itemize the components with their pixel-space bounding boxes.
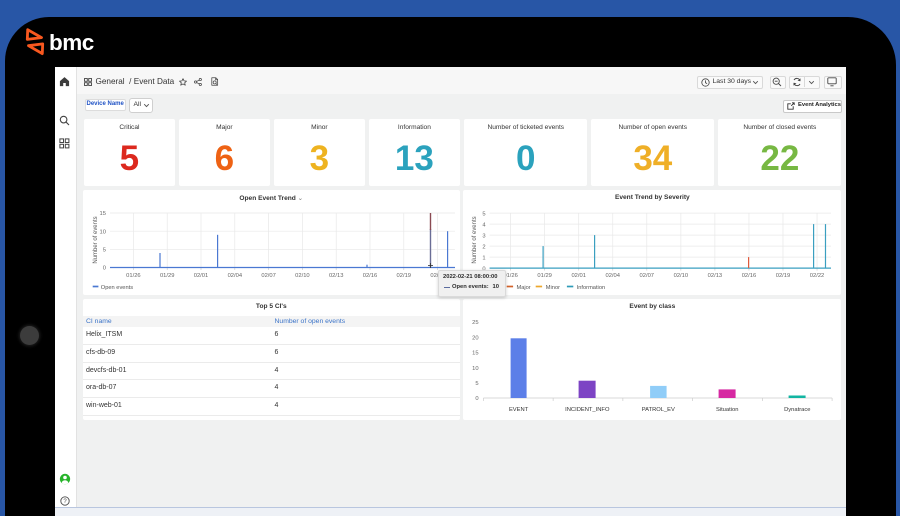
svg-text:10: 10 [473, 366, 479, 372]
svg-text:5: 5 [476, 381, 479, 387]
svg-text:Situation: Situation [716, 407, 739, 413]
svg-text:02/07: 02/07 [640, 273, 654, 279]
svg-text:4: 4 [483, 222, 487, 228]
svg-text:5: 5 [483, 211, 486, 217]
svg-text:02/07: 02/07 [261, 273, 275, 279]
svg-text:?: ? [63, 499, 67, 505]
svg-text:02/22: 02/22 [810, 273, 824, 279]
svg-text:02/16: 02/16 [363, 273, 377, 279]
svg-text:02/10: 02/10 [295, 273, 309, 279]
svg-text:Information: Information [577, 285, 605, 291]
svg-text:3: 3 [483, 233, 486, 239]
svg-text:02/01: 02/01 [194, 273, 208, 279]
svg-text:PATROL_EV: PATROL_EV [642, 407, 675, 413]
svg-text:02/19: 02/19 [397, 273, 411, 279]
svg-text:02/13: 02/13 [329, 273, 343, 279]
svg-text:Major: Major [517, 285, 531, 291]
svg-text:Number of events: Number of events [472, 216, 478, 263]
svg-text:01/26: 01/26 [126, 273, 140, 279]
svg-text:0: 0 [476, 396, 479, 402]
svg-text:EVENT: EVENT [509, 407, 529, 413]
svg-text:0: 0 [103, 266, 106, 272]
svg-text:02/10: 02/10 [674, 273, 688, 279]
svg-text:02/04: 02/04 [228, 273, 243, 279]
svg-text:Open events: Open events [101, 285, 133, 291]
svg-text:25: 25 [473, 320, 479, 326]
svg-text:2: 2 [483, 244, 486, 250]
svg-text:01/26: 01/26 [504, 273, 518, 279]
svg-text:02/19: 02/19 [776, 273, 790, 279]
svg-text:02/16: 02/16 [742, 273, 756, 279]
svg-text:1: 1 [483, 255, 486, 261]
svg-text:01/29: 01/29 [160, 273, 174, 279]
svg-text:01/29: 01/29 [538, 273, 552, 279]
svg-text:02/04: 02/04 [606, 273, 621, 279]
svg-text:20: 20 [473, 335, 479, 341]
svg-text:15: 15 [100, 211, 106, 217]
svg-text:02/01: 02/01 [572, 273, 586, 279]
svg-text:Minor: Minor [546, 285, 560, 291]
svg-text:5: 5 [103, 247, 106, 253]
svg-text:02/13: 02/13 [708, 273, 722, 279]
svg-text:Dynatrace: Dynatrace [785, 407, 811, 413]
svg-text:10: 10 [100, 229, 106, 235]
svg-text:INCIDENT_INFO: INCIDENT_INFO [566, 407, 611, 413]
svg-text:15: 15 [473, 351, 479, 357]
svg-text:Number of events: Number of events [93, 216, 99, 263]
